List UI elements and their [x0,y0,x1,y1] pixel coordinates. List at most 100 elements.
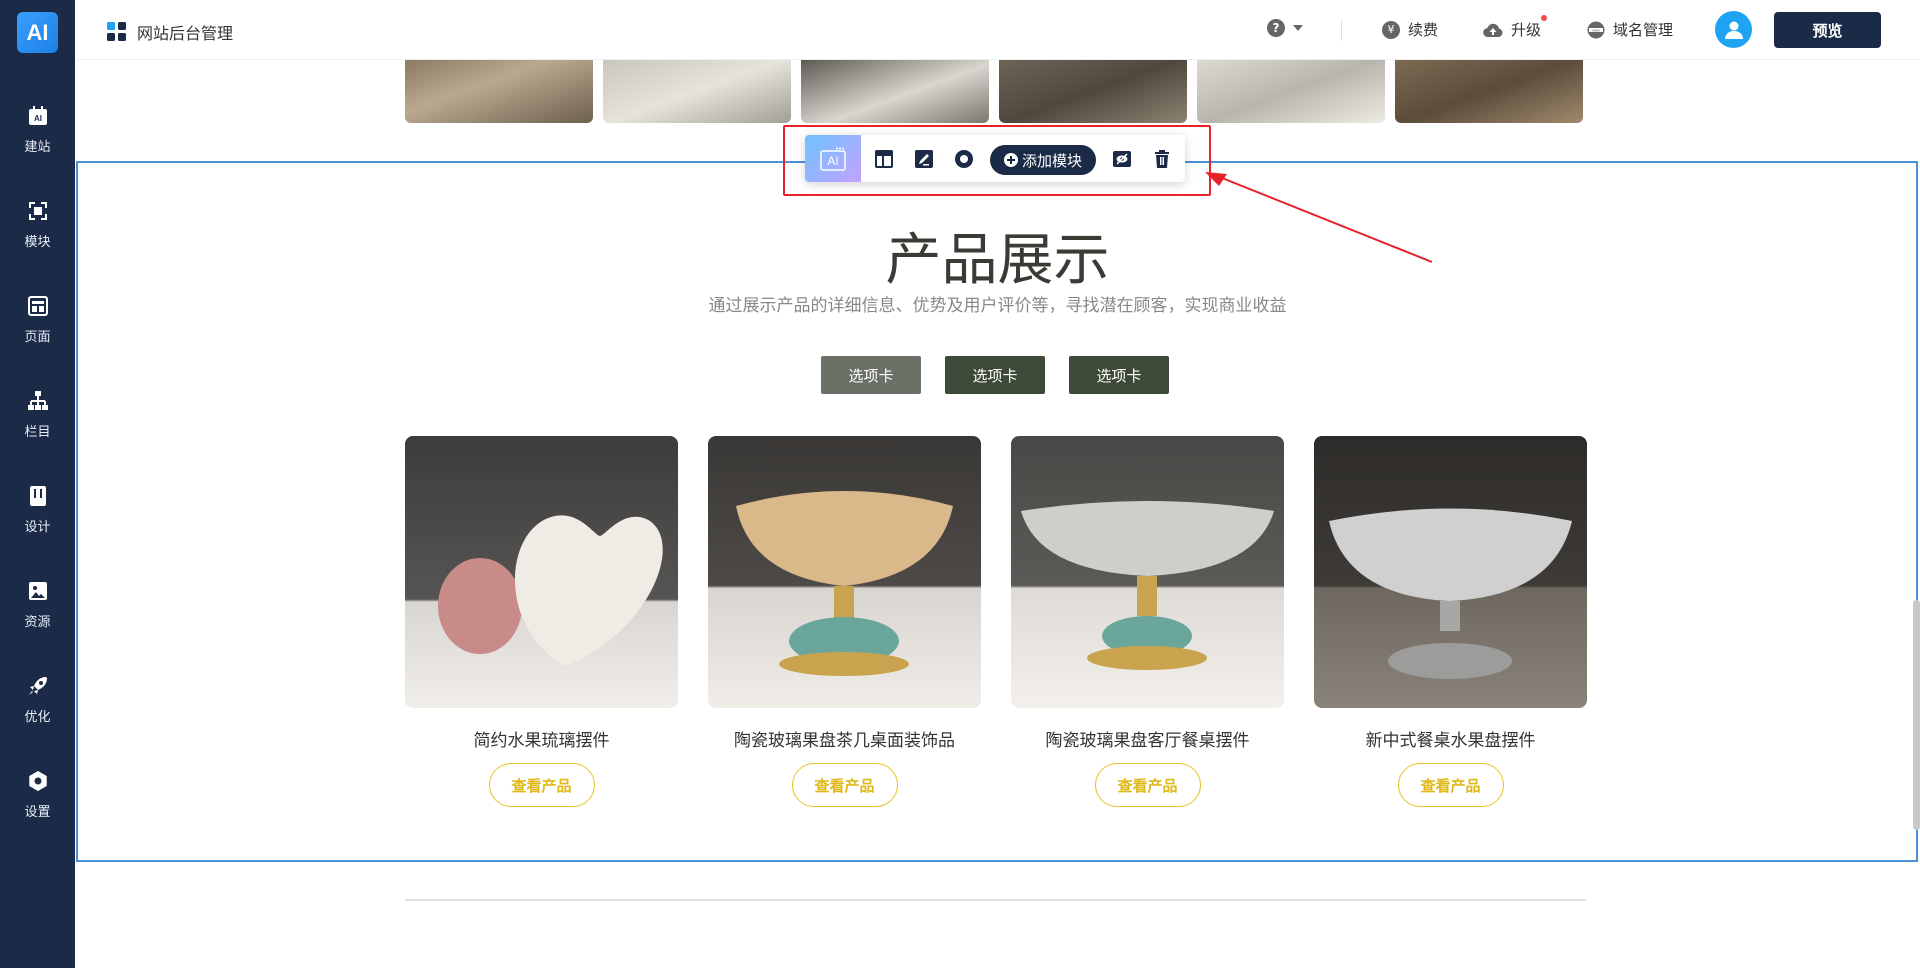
glass-bowl-figure [736,491,953,676]
user-avatar[interactable] [1715,11,1752,48]
sidebar-item-resource[interactable]: 资源 [0,575,75,655]
gallery-photo[interactable] [999,60,1187,123]
section-title: 产品展示 [885,228,1110,293]
vertical-scrollbar[interactable] [1913,600,1920,830]
rocket-icon [28,677,47,695]
gallery-photo[interactable] [1197,60,1385,123]
sidebar-item-optimize[interactable]: 优化 [0,670,75,750]
section-subtitle: 通过展示产品的详细信息、优势及用户评价等，寻找潜在顾客，实现商业收益 [708,296,1287,316]
design-icon [29,486,46,506]
preview-button[interactable]: 预览 [1774,12,1881,48]
eye-hide-icon [1113,151,1131,167]
product-name: 陶瓷玻璃果盘茶几桌面装饰品 [734,731,955,751]
editor-canvas: AI 添加模块 产品展示 通过展示产品的详细信息、优势及用户评价等，寻找潜在顾客… [75,60,1920,968]
svg-text:www: www [1592,28,1600,32]
user-icon [1724,21,1743,39]
ai-build-icon: AI [28,106,47,125]
brand: 网站后台管理 [107,20,233,44]
product-card[interactable]: 陶瓷玻璃果盘客厅餐桌摆件 查看产品 [1011,436,1284,807]
trash-icon [1155,150,1169,168]
page-icon [27,296,48,316]
sidebar-item-label: 页面 [24,330,51,345]
ai-assistant-button[interactable]: AI [805,135,861,182]
sidebar-item-settings[interactable]: 设置 [0,765,75,845]
layout-button[interactable] [872,147,896,171]
sidebar-item-label: 资源 [24,615,51,630]
svg-text:AI: AI [34,114,42,123]
add-module-button[interactable]: 添加模块 [990,145,1096,175]
sidebar-item-build[interactable]: AI 建站 [0,100,75,180]
hide-button[interactable] [1110,147,1134,171]
layout-icon [875,150,893,168]
tab-1[interactable]: 选项卡 [821,356,921,394]
renew-label: 续费 [1408,21,1439,39]
upgrade-button[interactable]: 升级 [1483,15,1548,40]
sidebar-item-label: 栏目 [24,425,51,440]
app-title: 网站后台管理 [137,24,234,43]
product-card[interactable]: 简约水果琉璃摆件 查看产品 [405,436,678,807]
upgrade-label-wrap: 升级 [1511,15,1548,40]
sidebar-item-label: 模块 [24,235,51,250]
product-image[interactable] [405,436,678,708]
gallery-photo[interactable] [801,60,989,123]
edit-button[interactable] [912,147,936,171]
cloud-upload-icon [1483,23,1503,37]
product-name: 陶瓷玻璃果盘客厅餐桌摆件 [1045,731,1250,751]
tab-3[interactable]: 选项卡 [1069,356,1169,394]
gallery-photo[interactable] [603,60,791,123]
sidebar-item-page[interactable]: 页面 [0,290,75,370]
sidebar-item-column[interactable]: 栏目 [0,385,75,465]
glass-plate-figure [1021,501,1274,670]
glass-apple-figure [438,515,663,666]
add-module-label: 添加模块 [1021,151,1082,170]
edit-icon [915,150,933,168]
gear-icon [28,771,47,791]
circle-dot-icon [955,150,973,168]
renew-button[interactable]: ¥ 续费 [1382,19,1438,40]
product-name: 新中式餐桌水果盘摆件 [1365,731,1536,751]
product-image[interactable] [708,436,981,708]
ai-label: AI [827,154,839,168]
view-product-button[interactable]: 查看产品 [1397,763,1504,807]
domain-label: 域名管理 [1613,21,1674,39]
sidebar-item-design[interactable]: 设计 [0,480,75,560]
view-product-button[interactable]: 查看产品 [488,763,595,807]
sidebar-item-module[interactable]: 模块 [0,195,75,275]
gallery-photo[interactable] [1395,60,1583,123]
plus-circle-icon [1003,153,1018,167]
glass-fruit-bowl-figure [1329,508,1572,679]
module-icon [28,202,47,220]
notification-dot [1541,15,1548,21]
help-icon: ? [1267,19,1285,37]
gallery-photo[interactable] [405,60,593,123]
product-name: 简约水果琉璃摆件 [473,731,610,751]
upgrade-label: 升级 [1511,21,1542,39]
domain-management-button[interactable]: www 域名管理 [1587,19,1673,40]
image-icon [28,582,47,600]
sidebar: AI AI 建站 模块 页面 栏目 设计 资源 优化 设置 [0,0,75,968]
style-button[interactable] [952,147,976,171]
photo-strip [405,60,1583,123]
top-header: 网站后台管理 ? ¥ 续费 升级 www 域名管理 预览 [75,0,1920,60]
section-divider [405,899,1586,901]
app-logo[interactable]: AI [17,12,58,53]
delete-button[interactable] [1150,147,1174,171]
product-image[interactable] [1011,436,1284,708]
sitemap-icon [27,391,48,410]
sidebar-item-label: 设计 [24,520,51,535]
product-image[interactable] [1314,436,1587,708]
help-dropdown[interactable]: ? [1267,19,1303,37]
sidebar-item-label: 优化 [24,710,51,725]
view-product-button[interactable]: 查看产品 [791,763,898,807]
tab-2[interactable]: 选项卡 [945,356,1045,394]
sidebar-item-label: 建站 [24,140,51,155]
dashboard-icon [107,22,126,41]
caret-down-icon [1293,25,1303,31]
product-card[interactable]: 新中式餐桌水果盘摆件 查看产品 [1314,436,1587,807]
sidebar-item-label: 设置 [24,805,51,820]
module-toolbar: AI 添加模块 [805,135,1185,182]
yen-icon: ¥ [1382,20,1400,39]
header-divider [1341,19,1342,41]
product-card[interactable]: 陶瓷玻璃果盘茶几桌面装饰品 查看产品 [708,436,981,807]
view-product-button[interactable]: 查看产品 [1094,763,1201,807]
